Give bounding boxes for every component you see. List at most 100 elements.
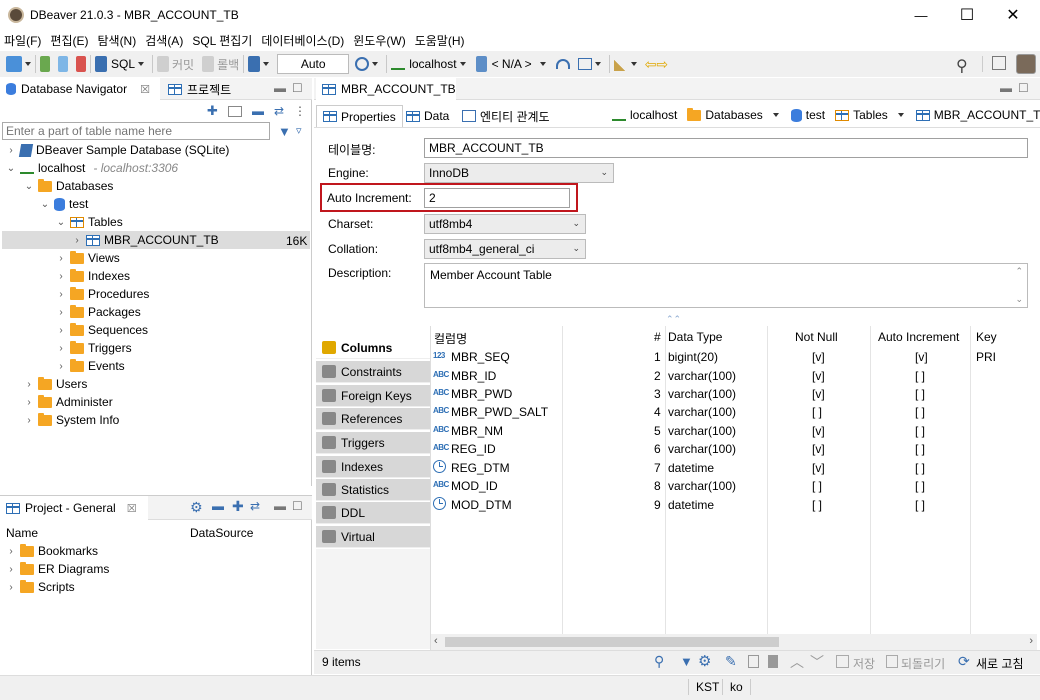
minimize-panel-icon[interactable]: ▬ — [1000, 81, 1012, 95]
column-header-key[interactable]: Key — [976, 330, 997, 344]
tree-item-sample-db[interactable]: › DBeaver Sample Database (SQLite) — [6, 141, 229, 159]
er-diagram-icon[interactable] — [577, 58, 592, 70]
collapse-all-icon[interactable]: ▬ — [212, 499, 224, 513]
breadcrumb-databases[interactable]: Databases — [705, 108, 762, 122]
expand-icon[interactable]: › — [24, 415, 34, 426]
collapse-icon[interactable]: ⌄ — [56, 217, 66, 228]
menu-navigate[interactable]: 탐색(N) — [97, 32, 136, 49]
tab-project-general[interactable]: Project - General ☒ — [0, 496, 148, 520]
breadcrumb-table[interactable]: MBR_ACCOUNT_TB — [934, 108, 1040, 122]
expand-icon[interactable]: › — [72, 235, 82, 246]
tab-project[interactable]: 프로젝트 — [164, 78, 264, 100]
commit-icon[interactable] — [157, 56, 170, 72]
scroll-left-icon[interactable]: ‹ — [434, 635, 438, 647]
rollback-button[interactable]: 롤백 — [217, 56, 239, 73]
side-tab-ddl[interactable]: DDL — [316, 502, 430, 524]
chevron-down-icon[interactable] — [897, 113, 904, 117]
breadcrumb-connection[interactable]: localhost — [630, 108, 677, 122]
tree-item-events[interactable]: › Events — [56, 357, 125, 375]
disconnect-icon[interactable] — [76, 56, 86, 72]
tree-item-views[interactable]: › Views — [56, 249, 120, 267]
tree-item-mbr-account-tb[interactable]: › MBR_ACCOUNT_TB — [72, 231, 218, 249]
dbeaver-perspective-icon[interactable] — [1016, 54, 1036, 74]
charset-select[interactable]: utf8mb4 ⌄ — [424, 214, 586, 234]
subtab-properties[interactable]: Properties — [316, 105, 403, 127]
close-button[interactable]: ✕ — [990, 0, 1036, 30]
breadcrumb-database[interactable]: test — [806, 108, 825, 122]
gear-icon[interactable]: ⚙ — [698, 652, 711, 670]
schema-selector[interactable]: < N/A > — [492, 57, 532, 71]
side-tab-virtual[interactable]: Virtual — [316, 526, 430, 548]
gear-icon[interactable]: ⚙ — [190, 499, 203, 516]
minimize-button[interactable]: — — [898, 0, 944, 30]
side-tab-foreign-keys[interactable]: Foreign Keys — [316, 385, 430, 407]
maximize-button[interactable]: ☐ — [944, 0, 990, 30]
column-header-data-type[interactable]: Data Type — [668, 330, 722, 344]
expand-icon[interactable]: › — [56, 361, 66, 372]
side-tab-indexes[interactable]: Indexes — [316, 456, 430, 478]
add-icon[interactable]: ✚ — [232, 498, 244, 515]
collapse-icon[interactable]: ⌄ — [6, 163, 16, 174]
search-icon[interactable]: ⚲ — [654, 653, 664, 670]
horizontal-scrollbar[interactable]: ‹ › — [431, 634, 1037, 650]
link-editor-icon[interactable]: ⇄ — [250, 499, 260, 513]
add-column-icon[interactable] — [748, 655, 759, 668]
maximize-panel-icon[interactable]: ☐ — [292, 81, 303, 95]
tree-item-sequences[interactable]: › Sequences — [56, 321, 148, 339]
expand-icon[interactable]: › — [56, 307, 66, 318]
edit-icon[interactable]: ✎ — [725, 653, 737, 670]
tree-item-indexes[interactable]: › Indexes — [56, 267, 130, 285]
side-tab-statistics[interactable]: Statistics — [316, 479, 430, 501]
refresh-icon[interactable]: ⟳ — [958, 653, 970, 670]
filter-icon[interactable]: ▼ — [278, 124, 291, 139]
dashboard-icon[interactable] — [555, 59, 570, 69]
tree-item-system-info[interactable]: › System Info — [24, 411, 119, 429]
back-icon[interactable]: ⇦ — [645, 56, 657, 73]
link-editor-icon[interactable]: ⇄ — [274, 104, 284, 118]
expand-icon[interactable]: › — [6, 582, 16, 593]
collapse-icon[interactable]: ⌄ — [40, 199, 50, 210]
column-header-auto-increment[interactable]: Auto Increment — [878, 330, 959, 344]
sql-button[interactable]: SQL — [111, 57, 135, 71]
breadcrumb-tables[interactable]: Tables — [853, 108, 888, 122]
perspective-icon[interactable] — [992, 56, 1006, 70]
delete-icon[interactable] — [768, 655, 778, 668]
expand-icon[interactable]: › — [56, 343, 66, 354]
sql-editor-icon[interactable] — [95, 56, 107, 72]
tx-mode-field[interactable]: Auto — [277, 54, 350, 74]
close-icon[interactable]: ☒ — [127, 502, 137, 515]
refresh-button[interactable]: 새로 고침 — [976, 655, 1024, 672]
scroll-up-icon[interactable]: ⌃ — [1015, 266, 1023, 277]
forward-icon[interactable]: ⇨ — [656, 56, 668, 73]
scroll-down-icon[interactable]: ⌄ — [1015, 294, 1023, 305]
tree-item-administer[interactable]: › Administer — [24, 393, 113, 411]
editor-tab-mbr-account-tb[interactable]: MBR_ACCOUNT_TB — [316, 78, 456, 100]
tree-item-databases[interactable]: ⌄ Databases — [24, 177, 113, 195]
close-icon[interactable]: ☒ — [140, 83, 150, 96]
invalidate-icon[interactable] — [58, 56, 68, 72]
commit-button[interactable]: 커밋 — [172, 56, 194, 73]
tab-database-navigator[interactable]: Database Navigator ☒ — [0, 78, 160, 100]
save-button[interactable]: 저장 — [853, 655, 875, 672]
connection-selector[interactable]: localhost — [409, 57, 456, 71]
subtab-data[interactable]: Data — [400, 105, 455, 127]
column-header-not-null[interactable]: Not Null — [795, 330, 838, 344]
side-tab-columns[interactable]: Columns — [316, 337, 430, 359]
new-connection-icon[interactable]: ✚ — [207, 103, 218, 119]
project-col-datasource[interactable]: DataSource — [190, 526, 253, 540]
move-up-icon[interactable]: ︿ — [790, 652, 804, 672]
history-icon[interactable] — [355, 57, 370, 71]
expand-icon[interactable]: › — [56, 271, 66, 282]
side-tab-constraints[interactable]: Constraints — [316, 361, 430, 383]
table-name-field[interactable]: MBR_ACCOUNT_TB — [424, 138, 1028, 158]
tree-item-test[interactable]: ⌄ test — [40, 195, 89, 213]
description-field[interactable]: Member Account Table ⌃ ⌄ — [424, 263, 1028, 308]
expand-icon[interactable]: › — [6, 564, 16, 575]
new-folder-icon[interactable] — [227, 105, 242, 117]
auto-increment-field[interactable]: 2 — [424, 188, 570, 208]
maximize-panel-icon[interactable]: ☐ — [1018, 81, 1029, 95]
side-tab-references[interactable]: References — [316, 408, 430, 430]
tree-item-procedures[interactable]: › Procedures — [56, 285, 149, 303]
subtab-er-diagram[interactable]: 엔티티 관계도 — [456, 105, 556, 127]
expand-icon[interactable]: › — [56, 253, 66, 264]
